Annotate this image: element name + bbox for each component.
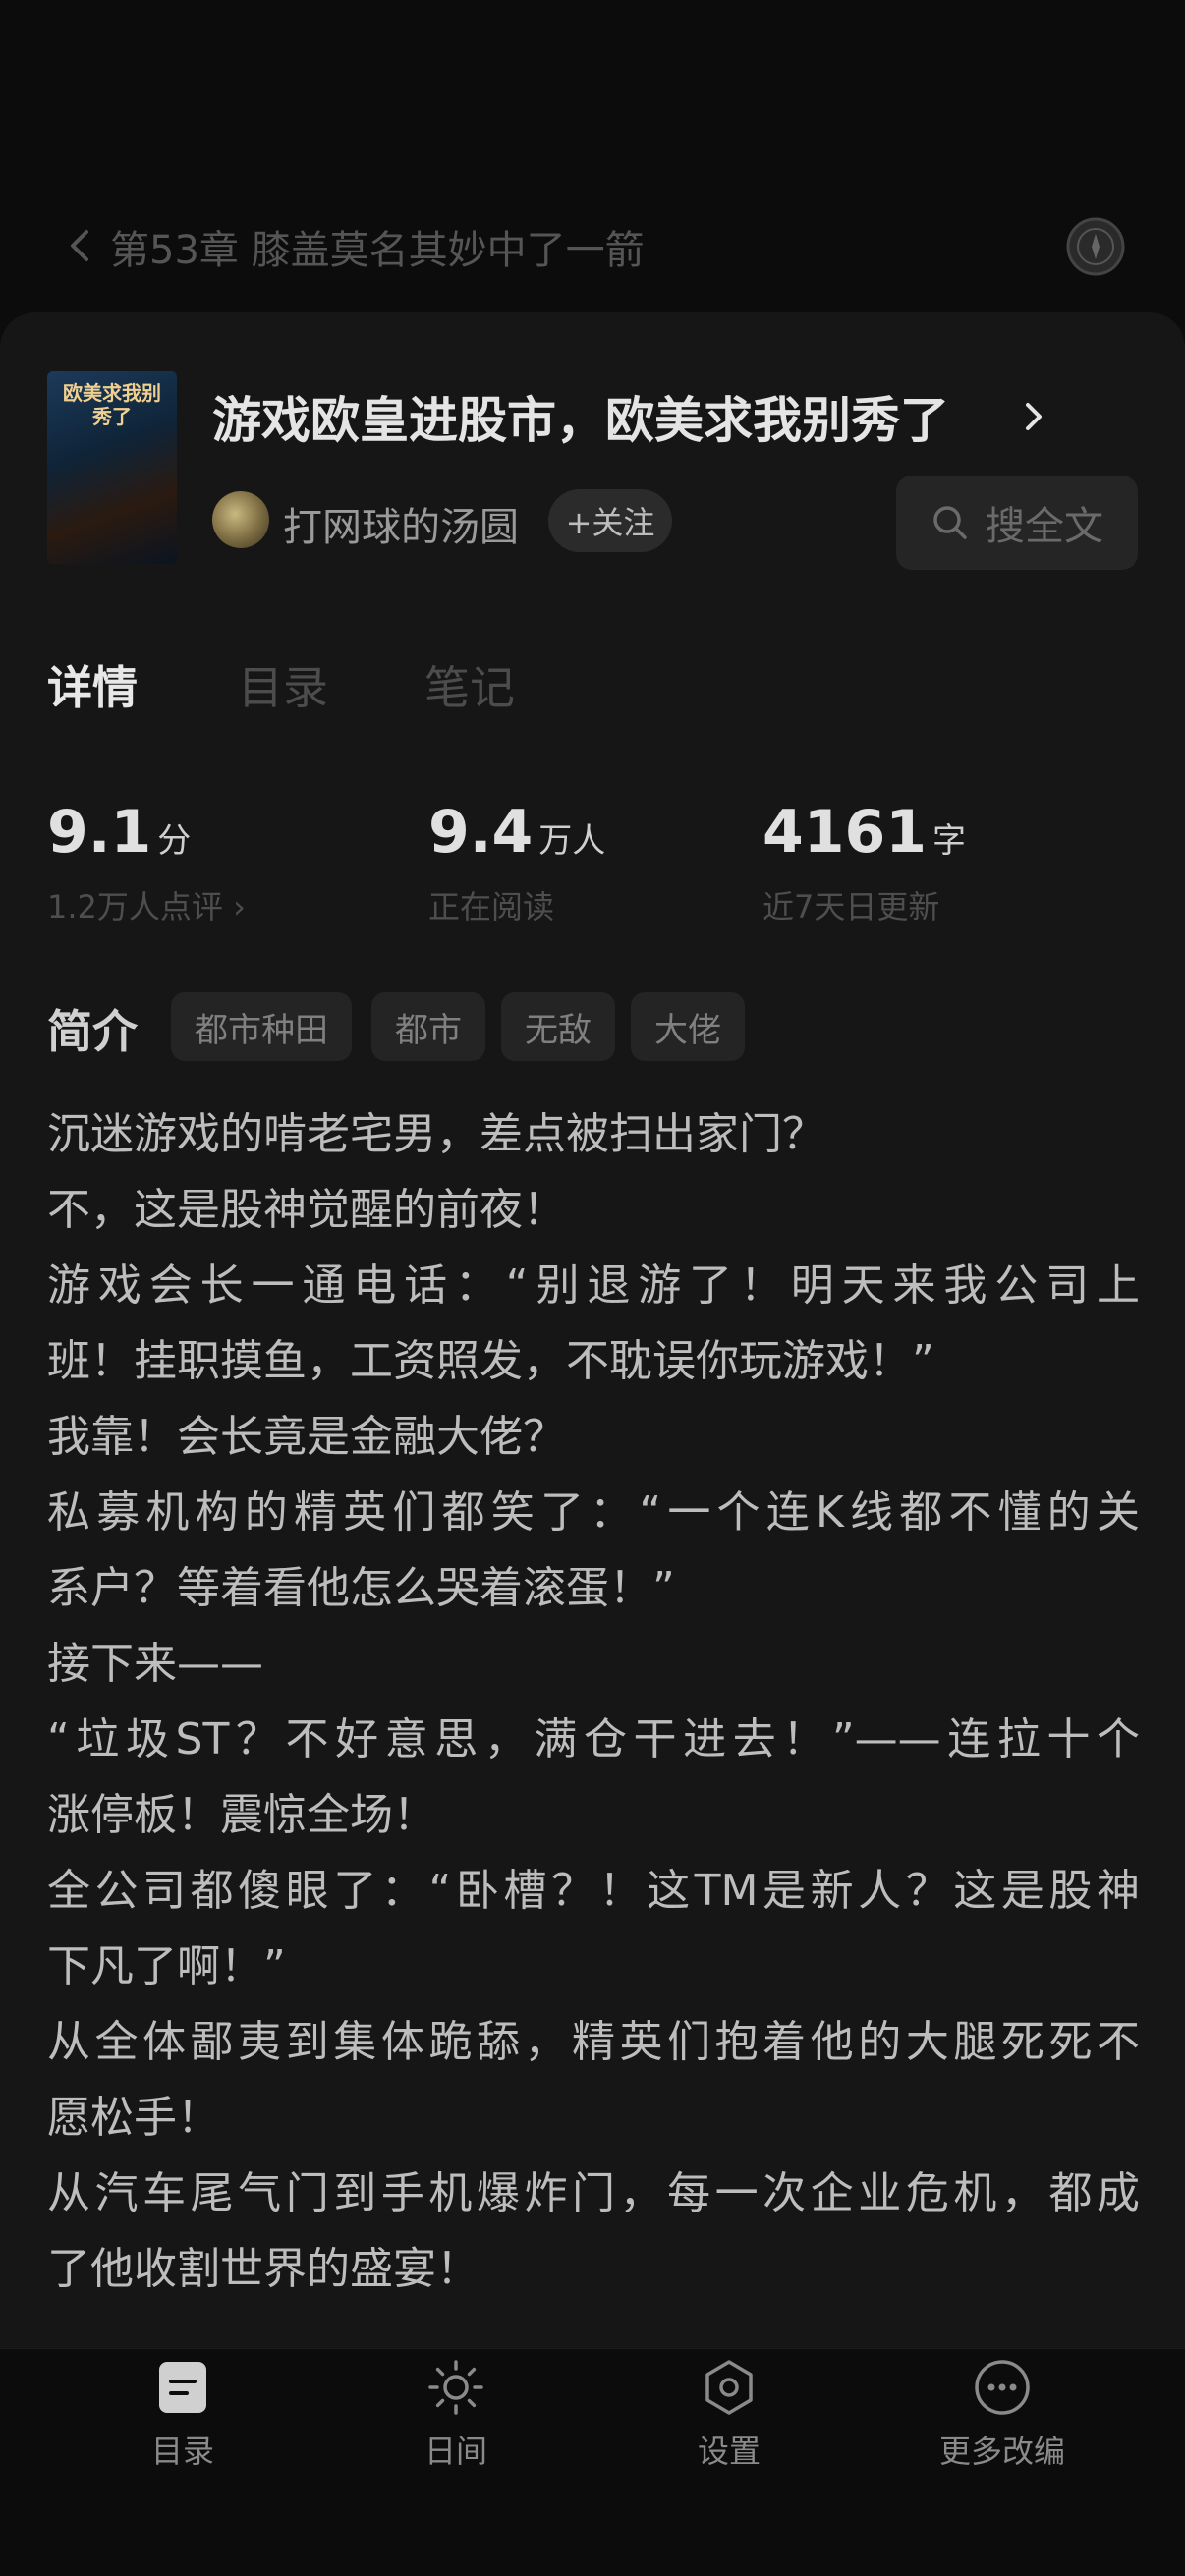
intro-line: 了他收割世界的盛宴！ — [47, 2244, 480, 2294]
stat-words: 4161 字 — [762, 798, 966, 867]
search-icon — [933, 506, 967, 539]
readers-label: 正在阅读 — [428, 888, 555, 925]
intro-line: 我靠！会长竟是金融大佬？ — [47, 1412, 566, 1462]
intro-line: 沉迷游戏的啃老宅男，差点被扫出家门？ — [47, 1109, 825, 1159]
tag-item[interactable]: 无敌 — [501, 992, 615, 1061]
intro-line: 接下来—— — [47, 1639, 263, 1689]
intro-line: 不，这是股神觉醒的前夜！ — [47, 1185, 566, 1235]
intro-line: “垃圾ST？不好意思，满仓干进去！”——连拉十个 — [47, 1714, 1140, 1764]
compass-icon[interactable] — [1065, 216, 1126, 277]
tab-notes[interactable]: 笔记 — [424, 652, 515, 717]
nav-day-mode-label[interactable]: 日间 — [348, 2427, 564, 2472]
intro-line: 游戏会长一通电话：“别退游了！明天来我公司上 — [47, 1260, 1140, 1311]
words-unit: 字 — [932, 821, 966, 861]
search-label: 搜全文 — [986, 504, 1103, 549]
tab-catalog[interactable]: 目录 — [238, 652, 328, 717]
intro-line: 班！挂职摸鱼，工资照发，不耽误你玩游戏！” — [47, 1336, 934, 1386]
intro-line: 全公司都傻眼了：“卧槽？！这TM是新人？这是股神 — [47, 1866, 1140, 1916]
book-title[interactable]: 游戏欧皇进股市，欧美求我别秀了 — [212, 381, 949, 452]
nav-catalog-label[interactable]: 目录 — [75, 2427, 291, 2472]
intro-line: 涨停板！震惊全场！ — [47, 1790, 436, 1840]
stat-readers: 9.4 万人 — [428, 798, 605, 867]
intro-line: 愿松手！ — [47, 2093, 220, 2143]
back-icon[interactable] — [61, 226, 100, 265]
chapter-title[interactable]: 第53章 膝盖莫名其妙中了一箭 — [110, 218, 645, 275]
intro-line: 从汽车尾气门到手机爆炸门，每一次企业危机，都成 — [47, 2168, 1140, 2218]
intro-line: 系户？等着看他怎么哭着滚蛋！” — [47, 1563, 675, 1613]
intro-line: 下凡了啊！” — [47, 1941, 286, 1991]
intro-text: 沉迷游戏的啃老宅男，差点被扫出家门？ 不，这是股神觉醒的前夜！ 游戏会长一通电话… — [47, 1096, 1140, 2307]
tag-item[interactable]: 都市 — [371, 992, 485, 1061]
readers-value: 9.4 — [428, 798, 534, 867]
settings-icon[interactable] — [700, 2358, 759, 2417]
catalog-icon[interactable] — [153, 2358, 212, 2417]
stat-rating: 9.1 分 — [47, 798, 191, 867]
sun-icon[interactable] — [426, 2358, 485, 2417]
nav-settings-label[interactable]: 设置 — [621, 2427, 837, 2472]
intro-line: 私募机构的精英们都笑了：“一个连K线都不懂的关 — [47, 1487, 1140, 1538]
search-full-text-button[interactable]: 搜全文 — [896, 476, 1138, 570]
rating-unit: 分 — [157, 821, 192, 861]
intro-label: 简介 — [47, 1005, 138, 1058]
words-value: 4161 — [762, 798, 927, 867]
chevron-right-icon[interactable] — [1018, 397, 1051, 436]
author-name[interactable]: 打网球的汤圆 — [283, 495, 519, 552]
rating-reviews-link[interactable]: 1.2万人点评 › — [47, 882, 246, 927]
tag-item[interactable]: 都市种田 — [171, 992, 352, 1061]
readers-unit: 万人 — [538, 821, 606, 861]
tab-details[interactable]: 详情 — [47, 652, 138, 717]
cover-text: 欧美求我别秀了 — [63, 381, 161, 428]
book-cover[interactable]: 欧美求我别秀了 — [47, 371, 177, 564]
update-label: 近7天日更新 — [762, 888, 940, 925]
rating-value: 9.1 — [47, 798, 152, 867]
intro-line: 从全体鄙夷到集体跪舔，精英们抱着他的大腿死死不 — [47, 2017, 1140, 2067]
more-icon[interactable] — [973, 2358, 1032, 2417]
follow-button[interactable]: +关注 — [548, 489, 672, 552]
tag-item[interactable]: 大佬 — [631, 992, 745, 1061]
nav-more-label[interactable]: 更多改编 — [894, 2427, 1110, 2472]
author-avatar[interactable] — [212, 491, 269, 548]
